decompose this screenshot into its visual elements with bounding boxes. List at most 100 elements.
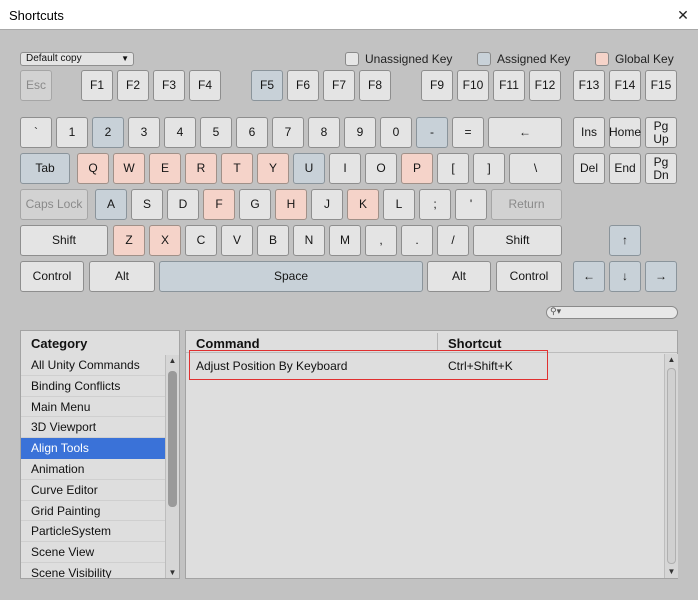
key-fn-14[interactable]: F14 <box>609 70 641 101</box>
key-nav1-0[interactable]: Ins <box>573 117 605 148</box>
key-fn-11[interactable]: F11 <box>493 70 525 101</box>
category-item[interactable]: Main Menu <box>21 397 165 418</box>
key-num-3[interactable]: 3 <box>128 117 160 148</box>
key-qwerty-6[interactable]: Y <box>257 153 289 184</box>
shortcut-column-header[interactable]: Shortcut <box>448 336 501 351</box>
category-item[interactable]: Grid Painting <box>21 501 165 522</box>
key-fn-2[interactable]: F2 <box>117 70 149 101</box>
key-num-1[interactable]: 1 <box>56 117 88 148</box>
key-nav1-1[interactable]: Home <box>609 117 641 148</box>
key-num-10[interactable]: 0 <box>380 117 412 148</box>
key-shift-3[interactable]: C <box>185 225 217 256</box>
key-num-8[interactable]: 8 <box>308 117 340 148</box>
category-item[interactable]: 3D Viewport <box>21 417 165 439</box>
key-bottom-3[interactable]: Alt <box>427 261 491 292</box>
column-divider[interactable] <box>437 333 438 351</box>
key-fn-3[interactable]: F3 <box>153 70 185 101</box>
key-shift-0[interactable]: Shift <box>20 225 108 256</box>
key-arrows-1[interactable]: ← <box>573 261 605 292</box>
key-arrows-0[interactable]: ↑ <box>609 225 641 256</box>
key-qwerty-12[interactable]: ] <box>473 153 505 184</box>
key-shift-1[interactable]: Z <box>113 225 145 256</box>
key-nav2-0[interactable]: Del <box>573 153 605 184</box>
category-item[interactable]: Curve Editor <box>21 480 165 501</box>
key-shift-9[interactable]: . <box>401 225 433 256</box>
category-item[interactable]: Binding Conflicts <box>21 376 165 397</box>
key-shift-5[interactable]: B <box>257 225 289 256</box>
key-home-5[interactable]: G <box>239 189 271 220</box>
key-fn-8[interactable]: F8 <box>359 70 391 101</box>
key-home-8[interactable]: K <box>347 189 379 220</box>
key-nav2-1[interactable]: End <box>609 153 641 184</box>
key-shift-8[interactable]: , <box>365 225 397 256</box>
key-bottom-0[interactable]: Control <box>20 261 84 292</box>
key-arrows-2[interactable]: ↓ <box>609 261 641 292</box>
category-item[interactable]: Animation <box>21 459 165 480</box>
key-bottom-1[interactable]: Alt <box>89 261 155 292</box>
key-qwerty-0[interactable]: Tab <box>20 153 70 184</box>
category-item[interactable]: Scene Visibility <box>21 563 165 578</box>
key-shift-4[interactable]: V <box>221 225 253 256</box>
command-scrollbar[interactable]: ▲ ▼ <box>664 354 678 578</box>
scroll-up-icon[interactable]: ▲ <box>166 355 179 367</box>
category-item[interactable]: ParticleSystem <box>21 521 165 543</box>
key-home-2[interactable]: S <box>131 189 163 220</box>
key-shift-10[interactable]: / <box>437 225 469 256</box>
key-fn-5[interactable]: F5 <box>251 70 283 101</box>
key-home-3[interactable]: D <box>167 189 199 220</box>
key-home-0[interactable]: Caps Lock <box>20 189 88 220</box>
key-num-6[interactable]: 6 <box>236 117 268 148</box>
key-nav2-2[interactable]: Pg Dn <box>645 153 677 184</box>
key-qwerty-11[interactable]: [ <box>437 153 469 184</box>
key-qwerty-10[interactable]: P <box>401 153 433 184</box>
key-qwerty-8[interactable]: I <box>329 153 361 184</box>
category-scroll-thumb[interactable] <box>168 371 177 507</box>
scroll-down-icon[interactable]: ▼ <box>166 567 179 578</box>
scroll-up-icon[interactable]: ▲ <box>665 354 678 366</box>
key-qwerty-13[interactable]: \ <box>509 153 562 184</box>
category-item[interactable]: Scene View <box>21 542 165 563</box>
key-fn-12[interactable]: F12 <box>529 70 561 101</box>
key-fn-10[interactable]: F10 <box>457 70 489 101</box>
key-bottom-2[interactable]: Space <box>159 261 423 292</box>
key-bottom-4[interactable]: Control <box>496 261 562 292</box>
key-qwerty-1[interactable]: Q <box>77 153 109 184</box>
key-home-10[interactable]: ; <box>419 189 451 220</box>
key-fn-1[interactable]: F1 <box>81 70 113 101</box>
key-num-12[interactable]: = <box>452 117 484 148</box>
key-home-9[interactable]: L <box>383 189 415 220</box>
key-qwerty-7[interactable]: U <box>293 153 325 184</box>
category-scrollbar[interactable]: ▲ ▼ <box>165 355 179 578</box>
key-qwerty-4[interactable]: R <box>185 153 217 184</box>
close-icon[interactable]: ✕ <box>675 7 691 23</box>
key-fn-7[interactable]: F7 <box>323 70 355 101</box>
key-fn-15[interactable]: F15 <box>645 70 677 101</box>
command-scroll-thumb[interactable] <box>667 368 676 564</box>
command-column-header[interactable]: Command <box>196 336 260 351</box>
key-home-11[interactable]: ' <box>455 189 487 220</box>
key-home-12[interactable]: Return <box>491 189 562 220</box>
key-arrows-3[interactable]: → <box>645 261 677 292</box>
key-fn-9[interactable]: F9 <box>421 70 453 101</box>
key-shift-2[interactable]: X <box>149 225 181 256</box>
key-num-0[interactable]: ` <box>20 117 52 148</box>
key-home-1[interactable]: A <box>95 189 127 220</box>
key-home-7[interactable]: J <box>311 189 343 220</box>
category-item[interactable]: Align Tools <box>21 438 165 459</box>
profile-dropdown[interactable]: Default copy ▼ <box>20 52 134 66</box>
key-num-13[interactable]: ← <box>488 117 562 148</box>
key-fn-0[interactable]: Esc <box>20 70 52 101</box>
key-home-6[interactable]: H <box>275 189 307 220</box>
scroll-down-icon[interactable]: ▼ <box>665 566 678 578</box>
key-qwerty-3[interactable]: E <box>149 153 181 184</box>
key-shift-11[interactable]: Shift <box>473 225 562 256</box>
key-num-9[interactable]: 9 <box>344 117 376 148</box>
key-qwerty-5[interactable]: T <box>221 153 253 184</box>
key-num-2[interactable]: 2 <box>92 117 124 148</box>
key-home-4[interactable]: F <box>203 189 235 220</box>
key-fn-13[interactable]: F13 <box>573 70 605 101</box>
search-input[interactable]: ⚲▾ <box>546 306 678 319</box>
key-num-5[interactable]: 5 <box>200 117 232 148</box>
key-num-4[interactable]: 4 <box>164 117 196 148</box>
key-num-7[interactable]: 7 <box>272 117 304 148</box>
